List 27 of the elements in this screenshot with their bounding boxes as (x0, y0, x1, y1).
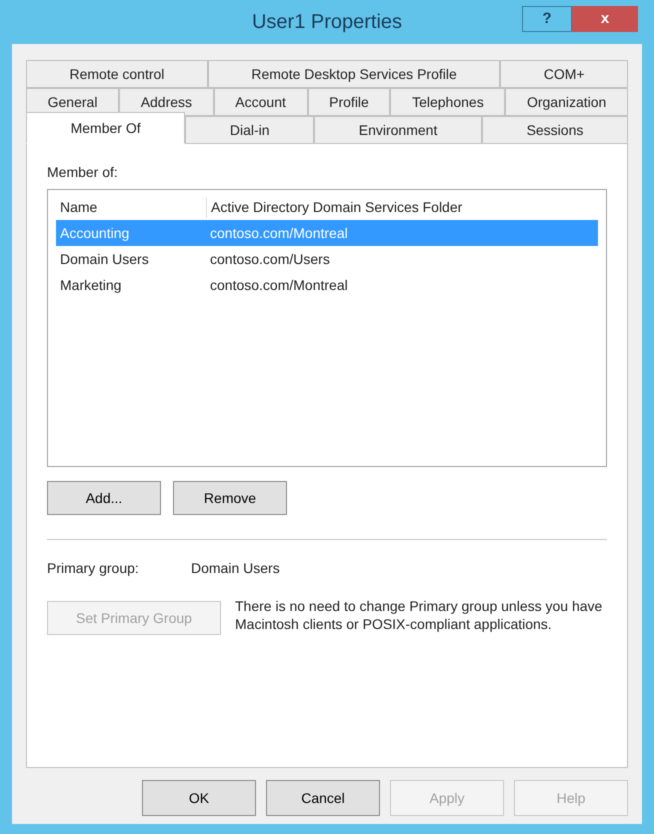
group-row[interactable]: Marketing contoso.com/Montreal (56, 272, 598, 298)
close-button[interactable]: x (572, 6, 638, 32)
primary-group-value: Domain Users (191, 559, 280, 578)
tab[interactable]: Environment (314, 116, 482, 144)
tab[interactable]: Remote control (26, 60, 208, 88)
column-header[interactable]: Name (56, 196, 206, 218)
window-title: User1 Properties (252, 10, 402, 35)
tab[interactable]: COM+ (500, 60, 628, 88)
tab[interactable]: Remote Desktop Services Profile (208, 60, 500, 88)
tab[interactable]: Dial-in (185, 116, 314, 144)
tab[interactable]: Address (119, 88, 214, 116)
primary-group-label: Primary group: (47, 559, 140, 578)
tab[interactable]: Profile (308, 88, 390, 116)
tab[interactable]: Account (214, 88, 308, 116)
group-row[interactable]: Domain Users contoso.com/Users (56, 246, 598, 272)
tab[interactable]: Telephones (390, 88, 506, 116)
member-of-label: Member of: (47, 163, 119, 182)
dialog-button[interactable]: OK (142, 780, 256, 816)
list-button[interactable]: Add... (47, 481, 161, 515)
tab[interactable]: Member Of (26, 112, 186, 144)
help-button[interactable]: ? (522, 6, 572, 32)
tab[interactable]: Organization (505, 88, 628, 116)
primary-group-note: There is no need to change Primary group unless you have Macintosh clients or POSIX-compliant applications. (235, 597, 604, 633)
dialog-button[interactable]: Cancel (266, 780, 380, 816)
list-button[interactable]: Remove (173, 481, 287, 515)
column-header[interactable]: Active Directory Domain Services Folder (206, 196, 598, 218)
tab[interactable]: Sessions (482, 116, 628, 144)
